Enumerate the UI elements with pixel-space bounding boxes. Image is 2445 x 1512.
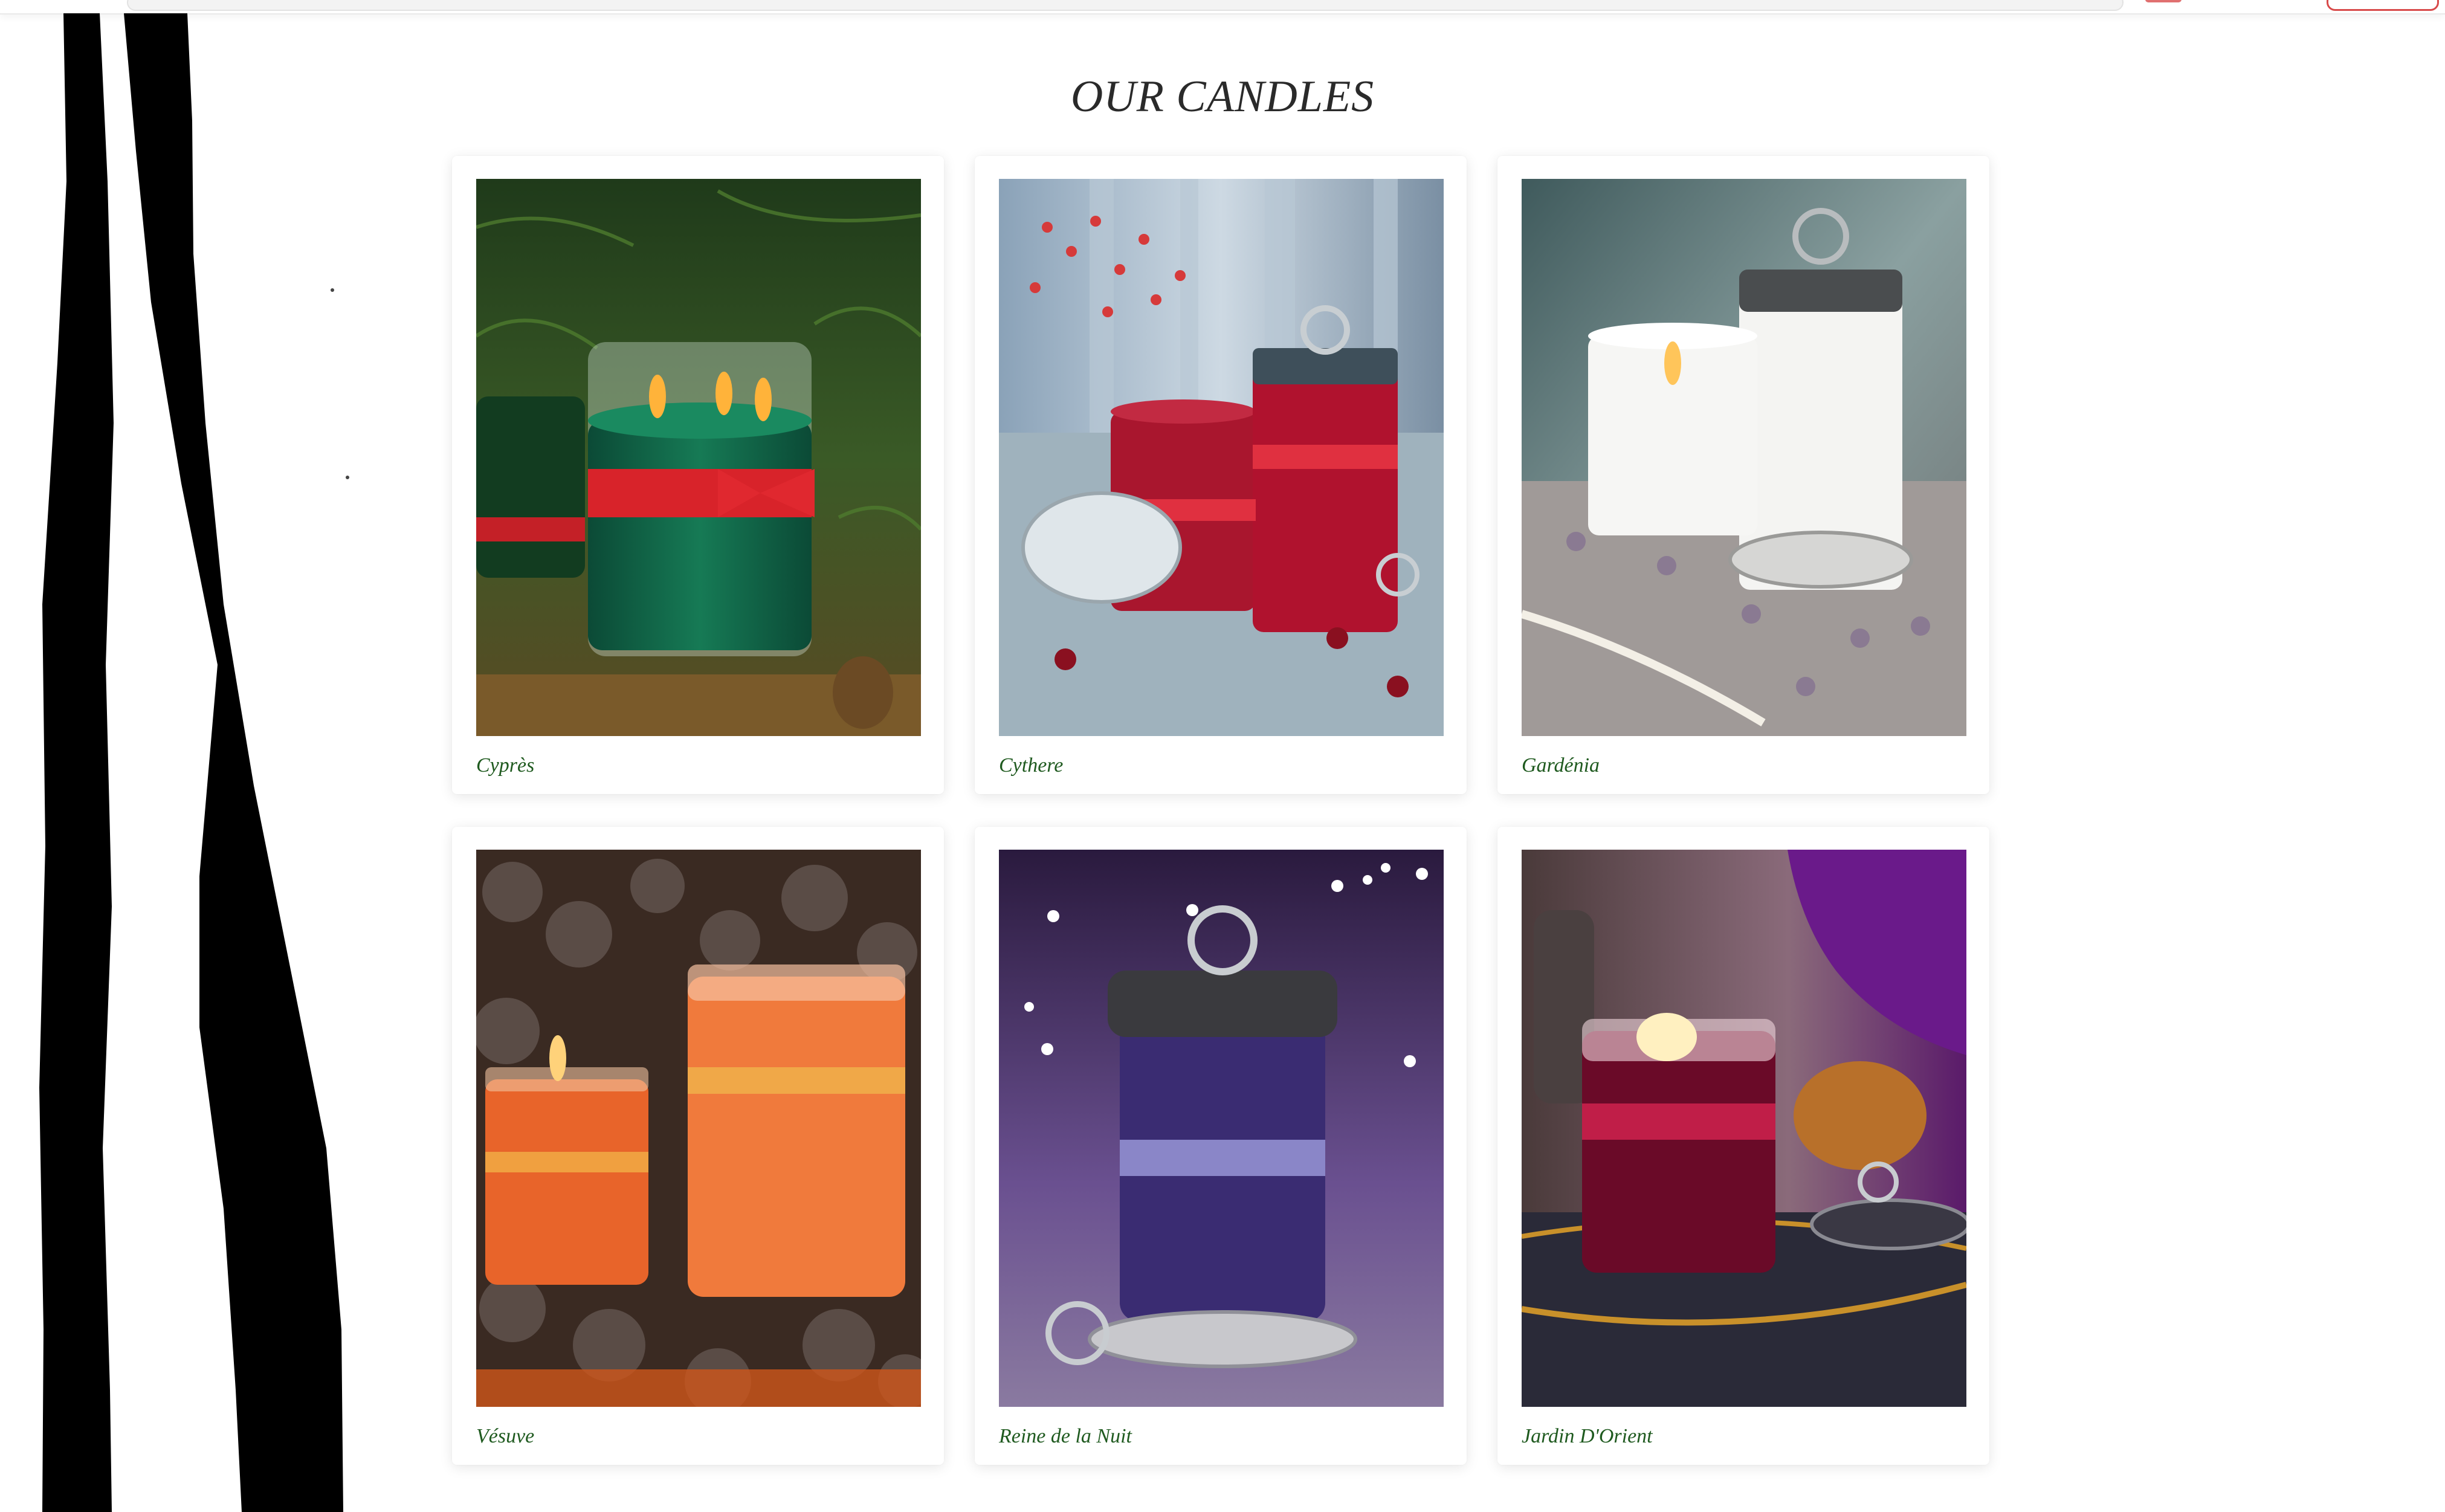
candle-image-vesuve[interactable] [476,850,921,1407]
page: OUR CANDLES Cyprès Cythere Gardénia Vésu… [0,0,2445,1512]
candle-card-jardin-dorient[interactable]: Jardin D'Orient [1497,827,1989,1465]
candle-name[interactable]: Jardin D'Orient [1522,1425,1653,1448]
candle-image-cypres[interactable] [476,179,921,736]
decorative-brush-strokes [39,13,349,1512]
candle-image-jardin-dorient[interactable] [1522,850,1966,1407]
candle-card-vesuve[interactable]: Vésuve [452,827,944,1465]
candle-image-cythere[interactable] [999,179,1444,736]
candle-name[interactable]: Cyprès [476,754,534,777]
address-bar[interactable] [127,0,2124,11]
extension-icons[interactable] [2145,0,2182,2]
candle-name[interactable]: Gardénia [1522,754,1600,777]
candle-name[interactable]: Cythere [999,754,1063,777]
candle-name[interactable]: Vésuve [476,1425,534,1448]
toolbar-button[interactable] [2327,0,2439,11]
candle-card-gardenia[interactable]: Gardénia [1497,156,1989,794]
candle-image-reine-de-la-nuit[interactable] [999,850,1444,1407]
candle-card-cythere[interactable]: Cythere [975,156,1467,794]
browser-toolbar [0,0,2445,15]
candle-image-gardenia[interactable] [1522,179,1966,736]
candle-card-reine-de-la-nuit[interactable]: Reine de la Nuit [975,827,1467,1465]
page-title: OUR CANDLES [1070,72,1375,121]
candle-card-cypres[interactable]: Cyprès [452,156,944,794]
candle-name[interactable]: Reine de la Nuit [999,1425,1132,1448]
